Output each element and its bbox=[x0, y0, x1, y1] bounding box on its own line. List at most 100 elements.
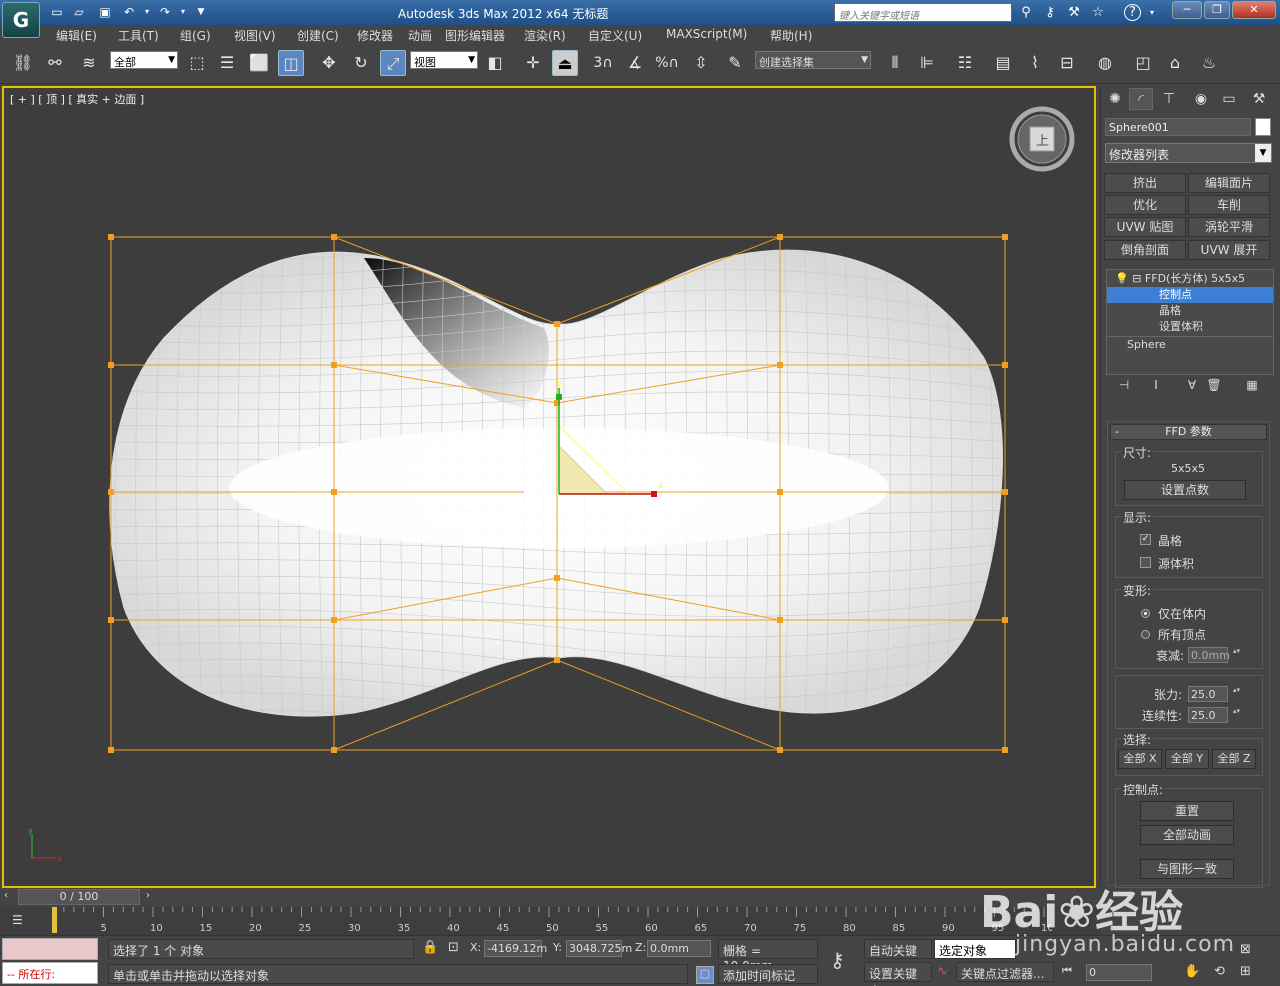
rendered-frame-window-icon[interactable]: ⌂ bbox=[1162, 50, 1188, 76]
maximize-viewport-icon[interactable]: ⊞ bbox=[1240, 964, 1251, 979]
window-crossing-icon[interactable]: ◫ bbox=[278, 50, 304, 76]
key-icon[interactable]: ⚷ bbox=[1040, 4, 1060, 21]
snaps-toggle-icon[interactable]: 3∩ bbox=[590, 50, 616, 76]
render-production-icon[interactable]: ♨ bbox=[1196, 50, 1222, 76]
all-vertices-radio[interactable] bbox=[1141, 630, 1150, 639]
set-key-icon[interactable]: ⚷ bbox=[830, 948, 845, 972]
add-time-tag[interactable]: 添加时间标记 bbox=[718, 964, 818, 984]
all-x-button[interactable]: 全部 X bbox=[1118, 749, 1162, 769]
only-in-volume-radio[interactable] bbox=[1141, 609, 1150, 618]
mini-curve-editor-icon[interactable]: ☰ bbox=[12, 913, 32, 929]
hierarchy-tab-icon[interactable]: ⊤ bbox=[1157, 88, 1181, 110]
select-and-manipulate-icon[interactable]: ✛ bbox=[520, 50, 546, 76]
bind-space-warp-icon[interactable]: ≋ bbox=[76, 50, 102, 76]
reset-button[interactable]: 重置 bbox=[1140, 801, 1234, 821]
subscription-icon[interactable]: ⚒ bbox=[1064, 4, 1084, 21]
percent-snap-icon[interactable]: %∩ bbox=[654, 50, 680, 76]
x-coordinate-field[interactable]: -4169.12m bbox=[484, 940, 547, 957]
menu-modifiers[interactable]: 修改器 bbox=[357, 27, 393, 44]
keyboard-shortcut-override-icon[interactable]: ⏏ bbox=[552, 50, 578, 76]
object-color-swatch[interactable] bbox=[1255, 118, 1271, 136]
continuity-spinner[interactable]: 25.0 bbox=[1188, 707, 1241, 723]
z-coordinate-field[interactable]: 0.0mm bbox=[647, 940, 711, 957]
conform-to-shape-button[interactable]: 与图形一致 bbox=[1140, 859, 1234, 879]
stack-item-control-points[interactable]: 控制点 bbox=[1107, 287, 1273, 303]
set-number-of-points-button[interactable]: 设置点数 bbox=[1124, 480, 1246, 500]
uvw-map-button[interactable]: UVW 贴图 bbox=[1104, 217, 1186, 237]
save-file-icon[interactable]: ▣ bbox=[96, 4, 114, 20]
stack-item-sphere[interactable]: Sphere bbox=[1107, 336, 1273, 352]
undo-dropdown-icon[interactable]: ▾ bbox=[138, 4, 156, 20]
show-end-result-icon[interactable]: Ⅰ bbox=[1147, 378, 1165, 394]
modifier-list-dropdown[interactable]: 修改器列表 ▼ bbox=[1105, 143, 1272, 163]
auto-key-button[interactable]: 自动关键点 bbox=[864, 939, 932, 975]
quick-access-dropdown-icon[interactable]: ▼ bbox=[192, 4, 210, 20]
utilities-tab-icon[interactable]: ⚒ bbox=[1247, 88, 1271, 110]
search-input[interactable]: 键入关键字或短语 bbox=[834, 3, 1012, 22]
menu-tools[interactable]: 工具(T) bbox=[118, 27, 159, 44]
help-icon[interactable]: ? bbox=[1124, 4, 1141, 21]
maximize-button[interactable]: ❐ bbox=[1204, 1, 1230, 19]
orbit-icon[interactable]: ⟲ bbox=[1214, 964, 1225, 979]
select-by-name-icon[interactable]: ☰ bbox=[214, 50, 240, 76]
redo-icon[interactable]: ↷ bbox=[156, 4, 174, 20]
graphite-modeling-icon[interactable]: ▤ bbox=[990, 50, 1016, 76]
zoom-extents-icon[interactable]: ⊠ bbox=[1240, 942, 1251, 957]
select-and-scale-icon[interactable]: ⤢ bbox=[380, 50, 406, 76]
spinner-snap-icon[interactable]: ⇳ bbox=[688, 50, 714, 76]
lightbulb-icon[interactable]: 💡 bbox=[1115, 272, 1129, 285]
optimize-button[interactable]: 优化 bbox=[1104, 195, 1186, 215]
new-file-icon[interactable]: ▭ bbox=[48, 4, 66, 20]
mirror-icon[interactable]: ⫴ bbox=[882, 50, 908, 76]
animate-all-button[interactable]: 全部动画 bbox=[1140, 825, 1234, 845]
menu-animation[interactable]: 动画 bbox=[408, 27, 432, 44]
extrude-button[interactable]: 挤出 bbox=[1104, 173, 1186, 193]
layer-manager-icon[interactable]: ☷ bbox=[952, 50, 978, 76]
current-frame-field[interactable]: 0 bbox=[1086, 964, 1152, 981]
modify-tab-icon[interactable]: ◜ bbox=[1129, 88, 1153, 110]
select-and-rotate-icon[interactable]: ↻ bbox=[348, 50, 374, 76]
stack-item-lattice[interactable]: 晶格 bbox=[1107, 303, 1273, 319]
menu-maxscript[interactable]: MAXScript(M) bbox=[666, 27, 747, 41]
open-file-icon[interactable]: ▱ bbox=[70, 4, 88, 20]
stack-item-ffd[interactable]: 💡 ⊟ FFD(长方体) 5x5x5 bbox=[1107, 271, 1273, 287]
display-tab-icon[interactable]: ▭ bbox=[1217, 88, 1241, 110]
menu-edit[interactable]: 编辑(E) bbox=[56, 27, 97, 44]
all-y-button[interactable]: 全部 Y bbox=[1165, 749, 1209, 769]
time-slider[interactable]: ‹ 0 / 100 › bbox=[0, 888, 1100, 906]
time-tag-icon[interactable]: ▢ bbox=[696, 966, 714, 984]
star-icon[interactable]: ☆ bbox=[1088, 4, 1108, 21]
reference-coordinate-dropdown[interactable]: 视图 ▼ bbox=[410, 51, 478, 69]
turbosmooth-button[interactable]: 涡轮平滑 bbox=[1188, 217, 1270, 237]
named-selection-dropdown[interactable]: 创建选择集 ▼ bbox=[755, 51, 871, 69]
selected-object-dropdown[interactable]: 选定对象 bbox=[934, 939, 1016, 959]
menu-view[interactable]: 视图(V) bbox=[234, 27, 276, 44]
maxscript-mini-listener[interactable] bbox=[2, 938, 98, 960]
stack-item-set-volume[interactable]: 设置体积 bbox=[1107, 319, 1273, 335]
absolute-mode-icon[interactable]: ⊡ bbox=[448, 940, 459, 955]
application-menu-button[interactable]: G bbox=[2, 2, 40, 38]
rectangular-selection-icon[interactable]: ⬜ bbox=[246, 50, 272, 76]
edit-named-selection-icon[interactable]: ✎ bbox=[722, 50, 748, 76]
key-filters-button[interactable]: 关键点过滤器... bbox=[956, 962, 1054, 982]
align-icon[interactable]: ⊫ bbox=[914, 50, 940, 76]
edit-patch-button[interactable]: 编辑面片 bbox=[1188, 173, 1270, 193]
undo-icon[interactable]: ↶ bbox=[120, 4, 138, 20]
menu-create[interactable]: 创建(C) bbox=[297, 27, 339, 44]
lock-selection-icon[interactable]: 🔒 bbox=[422, 940, 438, 955]
y-coordinate-field[interactable]: 3048.725m bbox=[566, 940, 632, 957]
tension-spinner[interactable]: 25.0 bbox=[1188, 686, 1241, 702]
collapse-icon[interactable]: ⊟ bbox=[1132, 272, 1141, 285]
viewport-top[interactable]: [ + ] [ 顶 ] [ 真实 + 边面 ] y x 上 y x bbox=[2, 86, 1096, 888]
time-slider-thumb[interactable]: 0 / 100 bbox=[18, 889, 140, 905]
menu-graph-editors[interactable]: 图形编辑器 bbox=[445, 27, 505, 44]
close-button[interactable]: ✕ bbox=[1232, 1, 1276, 19]
select-and-move-icon[interactable]: ✥ bbox=[316, 50, 342, 76]
maxscript-listener-output[interactable]: -- 所在行: bbox=[2, 962, 98, 984]
material-editor-icon[interactable]: ◍ bbox=[1092, 50, 1118, 76]
angle-snap-icon[interactable]: ∡ bbox=[622, 50, 648, 76]
prev-frame-icon[interactable]: ‹ bbox=[4, 890, 8, 901]
curve-editor-icon[interactable]: ⌇ bbox=[1022, 50, 1048, 76]
link-icon[interactable]: ⛓ bbox=[10, 50, 36, 76]
menu-rendering[interactable]: 渲染(R) bbox=[524, 27, 566, 44]
